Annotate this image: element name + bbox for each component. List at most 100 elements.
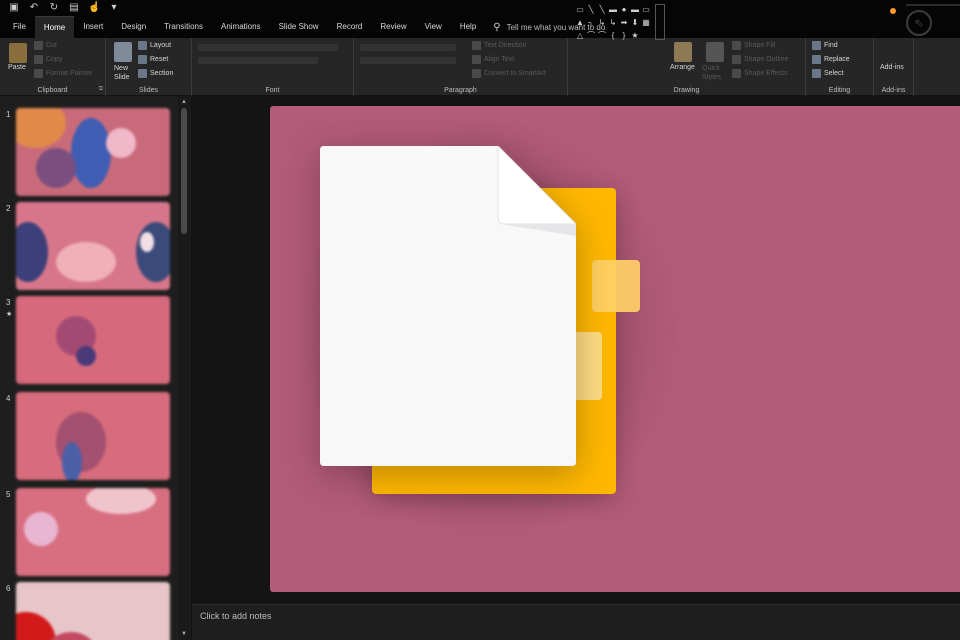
tab-animations[interactable]: Animations: [212, 16, 270, 38]
shape-outline-button[interactable]: Shape Outline: [732, 55, 788, 64]
slide-thumbnail[interactable]: 5: [0, 480, 178, 576]
tab-record[interactable]: Record: [328, 16, 372, 38]
slide-number: 6: [6, 584, 11, 593]
slide-thumbnail[interactable]: 2: [0, 194, 178, 290]
shape-icon[interactable]: ➡: [619, 17, 629, 29]
slide-thumbnail-image[interactable]: [16, 392, 170, 480]
effects-icon: [732, 69, 741, 78]
shape-icon[interactable]: ▭: [641, 4, 651, 16]
new-slide-button[interactable]: New Slide: [114, 64, 138, 82]
paragraph-label: Paragraph: [444, 87, 477, 94]
brush-icon: [34, 69, 43, 78]
scroll-thumb[interactable]: [181, 108, 187, 234]
shape-icon[interactable]: ⬇: [630, 17, 640, 29]
tab-slide-show[interactable]: Slide Show: [270, 16, 328, 38]
shape-icon[interactable]: }: [619, 30, 629, 42]
slide-thumbnail[interactable]: 6: [0, 574, 178, 640]
shape-icon[interactable]: ╲: [597, 4, 607, 16]
shape-icon[interactable]: ┐: [586, 17, 596, 29]
addins-group: Add-ins Add-ins: [874, 38, 914, 96]
smartart-button[interactable]: Convert to SmartArt: [472, 69, 546, 78]
tab-transitions[interactable]: Transitions: [155, 16, 212, 38]
notes-pane[interactable]: Click to add notes: [192, 604, 960, 640]
tab-review[interactable]: Review: [371, 16, 415, 38]
shape-icon[interactable]: ╲: [586, 4, 596, 16]
thumbnails-scrollbar[interactable]: ▲ ▼: [178, 96, 190, 640]
select-button[interactable]: Select: [812, 69, 843, 78]
slide-thumbnail[interactable]: 4: [0, 384, 178, 480]
shape-icon[interactable]: ⌒: [597, 30, 607, 42]
tab-design[interactable]: Design: [112, 16, 155, 38]
start-from-beginning-icon[interactable]: ▤: [68, 0, 80, 16]
tab-file[interactable]: File: [4, 16, 35, 38]
paste-button[interactable]: Paste: [8, 64, 26, 71]
customize-toolbar-icon[interactable]: ▾: [108, 0, 120, 16]
cut-button[interactable]: Cut: [34, 41, 57, 50]
paragraph-controls[interactable]: [360, 44, 460, 70]
ribbon-tabs: File Home Insert Design Transitions Anim…: [0, 16, 960, 38]
paragraph-group: Text Direction Align Text Convert to Sma…: [354, 38, 568, 96]
slide-thumbnail-image[interactable]: [16, 582, 170, 640]
section-button[interactable]: Section: [138, 69, 173, 78]
reset-button[interactable]: Reset: [138, 55, 168, 64]
shape-icon[interactable]: ▲: [575, 17, 585, 29]
text-direction-button[interactable]: Text Direction: [472, 41, 526, 50]
editing-group: Find Replace Select Editing: [806, 38, 874, 96]
shape-icon[interactable]: ▭: [575, 4, 585, 16]
slide-thumbnail-image[interactable]: [16, 108, 170, 196]
shape-icon[interactable]: ▬: [630, 4, 640, 16]
redo-icon[interactable]: ↻: [48, 0, 60, 16]
shape-icon[interactable]: ★: [630, 30, 640, 42]
tab-home[interactable]: Home: [34, 16, 75, 38]
arrange-button[interactable]: Arrange: [670, 64, 695, 71]
slide-thumbnail-image[interactable]: [16, 296, 170, 384]
slide-thumbnail[interactable]: 3 ★: [0, 288, 178, 384]
shapes-gallery[interactable]: ▭ ╲ ╲ ▬ ● ▬ ▭ ▲ ┐ ↳ ↳ ➡ ⬇ ▦ △ ⌒ ⌒{} ★: [575, 4, 655, 40]
scroll-down-icon[interactable]: ▼: [180, 630, 188, 638]
save-icon[interactable]: ▣: [8, 0, 20, 16]
shape-icon[interactable]: ▬: [608, 4, 618, 16]
shape-icon[interactable]: ▦: [641, 17, 651, 29]
slide-thumbnail[interactable]: 1: [0, 100, 178, 196]
account-icon[interactable]: ⇖: [906, 10, 932, 36]
find-button[interactable]: Find: [812, 41, 838, 50]
shape-icon[interactable]: ⌒: [586, 30, 596, 42]
align-text-icon: [472, 55, 481, 64]
shape-icon[interactable]: ↳: [597, 17, 607, 29]
slides-label: Slides: [138, 87, 159, 94]
slide-thumbnail-image[interactable]: [16, 488, 170, 576]
format-painter-button[interactable]: Format Painter: [34, 69, 92, 78]
shape-icon[interactable]: △: [575, 30, 585, 42]
shape-icon[interactable]: ↳: [608, 17, 618, 29]
tab-help[interactable]: Help: [451, 16, 485, 38]
font-controls[interactable]: [198, 44, 348, 70]
quick-styles-icon: [706, 42, 724, 62]
font-label: Font: [265, 87, 280, 94]
addins-button[interactable]: Add-ins: [880, 64, 904, 71]
shape-icon[interactable]: ●: [619, 4, 629, 16]
shapes-gallery-scroll[interactable]: [655, 4, 665, 40]
undo-icon[interactable]: ↶: [28, 0, 40, 16]
copy-button[interactable]: Copy: [34, 55, 62, 64]
scissors-icon: [34, 41, 43, 50]
slide-thumbnail-image[interactable]: [16, 202, 170, 290]
shape-fill-button[interactable]: Shape Fill: [732, 41, 775, 50]
pen-icon: [732, 55, 741, 64]
tab-view[interactable]: View: [416, 16, 451, 38]
drawing-label: Drawing: [673, 87, 700, 94]
scroll-up-icon[interactable]: ▲: [180, 98, 188, 106]
slides-group: New Slide Layout Reset Section Slides: [106, 38, 192, 96]
touch-mode-icon[interactable]: ☝: [88, 0, 100, 16]
shape-icon[interactable]: {: [608, 30, 618, 42]
document-file-icon: [320, 146, 576, 466]
layout-button[interactable]: Layout: [138, 41, 171, 50]
quick-styles-button[interactable]: Quick Styles: [702, 64, 730, 82]
replace-button[interactable]: Replace: [812, 55, 850, 64]
align-text-button[interactable]: Align Text: [472, 55, 514, 64]
shape-icon[interactable]: [641, 30, 651, 42]
editing-label: Editing: [828, 87, 851, 94]
clipboard-launcher-icon[interactable]: ⧉: [99, 86, 103, 93]
shape-effects-button[interactable]: Shape Effects: [732, 69, 787, 78]
tab-insert[interactable]: Insert: [74, 16, 112, 38]
find-icon: [812, 41, 821, 50]
